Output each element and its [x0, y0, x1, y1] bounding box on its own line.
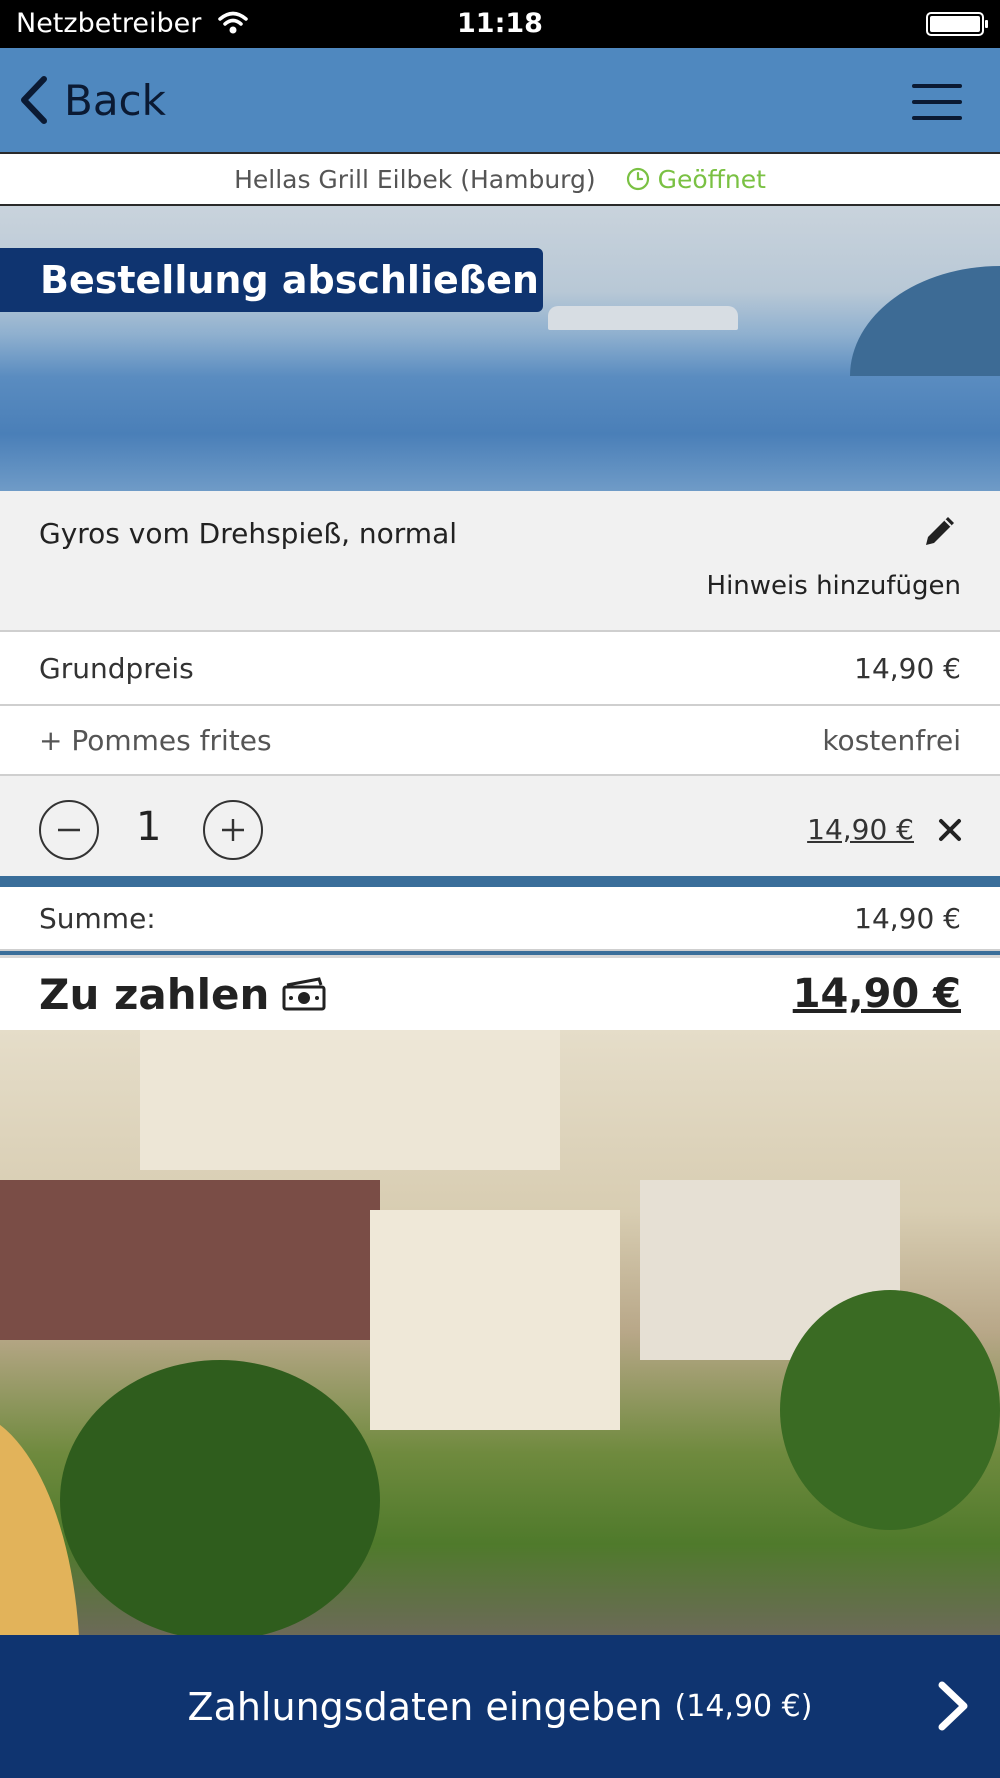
quantity-value: 1: [136, 804, 162, 850]
restaurant-name: Hellas Grill Eilbek (Hamburg): [234, 164, 596, 194]
cash-icon: [282, 977, 326, 1011]
chevron-right-icon: [938, 1681, 968, 1731]
navigation-bar: Back: [0, 48, 1000, 152]
item-name: Gyros vom Drehspieß, normal: [39, 517, 458, 550]
cta-label: Zahlungsdaten eingeben: [187, 1684, 663, 1729]
increase-quantity-button[interactable]: [203, 800, 263, 860]
clock-icon: [626, 167, 649, 191]
quantity-row: 1 14,90 €: [0, 776, 1000, 876]
back-button[interactable]: Back: [18, 72, 166, 128]
plus-icon: [222, 819, 244, 841]
background-village-image: [0, 1030, 1000, 1635]
amount-due-row: Zu zahlen 14,90 €: [0, 955, 1000, 1030]
pencil-icon[interactable]: [920, 511, 960, 551]
back-label: Back: [64, 75, 166, 125]
minus-icon: [58, 828, 80, 832]
sum-row: Summe: 14,90 €: [0, 887, 1000, 951]
extra-price: kostenfrei: [822, 723, 961, 757]
clock-time: 11:18: [457, 8, 543, 39]
hamburger-menu-icon[interactable]: [912, 84, 962, 120]
sum-label: Summe:: [39, 901, 156, 935]
close-icon[interactable]: [938, 818, 962, 842]
line-total-price[interactable]: 14,90 €: [807, 813, 914, 846]
extra-label: + Pommes frites: [39, 723, 272, 757]
open-status-label: Geöffnet: [657, 164, 766, 194]
base-price-label: Grundpreis: [39, 651, 194, 685]
amount-due-label: Zu zahlen: [39, 969, 270, 1019]
restaurant-bar: Hellas Grill Eilbek (Hamburg) Geöffnet: [0, 152, 1000, 206]
open-status: Geöffnet: [626, 165, 766, 194]
battery-icon: [926, 12, 988, 36]
amount-due-value: 14,90 €: [792, 971, 961, 1017]
decrease-quantity-button[interactable]: [39, 800, 99, 860]
page-title: Bestellung abschließen: [0, 248, 543, 312]
item-header: Gyros vom Drehspieß, normal Hinweis hinz…: [0, 491, 1000, 632]
base-price-row: Grundpreis 14,90 €: [0, 632, 1000, 706]
sum-value: 14,90 €: [854, 901, 961, 935]
extra-row: + Pommes frites kostenfrei: [0, 706, 1000, 776]
cta-amount: (14,90 €): [674, 1689, 813, 1724]
status-bar: Netzbetreiber 11:18: [0, 0, 1000, 48]
back-chevron-icon: [21, 76, 47, 124]
order-item-card: Gyros vom Drehspieß, normal Hinweis hinz…: [0, 491, 1000, 876]
add-note-link[interactable]: Hinweis hinzufügen: [707, 571, 961, 601]
enter-payment-details-button[interactable]: Zahlungsdaten eingeben (14,90 €): [0, 1635, 1000, 1778]
amount-due-label-group: Zu zahlen: [39, 970, 329, 1019]
base-price-value: 14,90 €: [854, 651, 961, 685]
